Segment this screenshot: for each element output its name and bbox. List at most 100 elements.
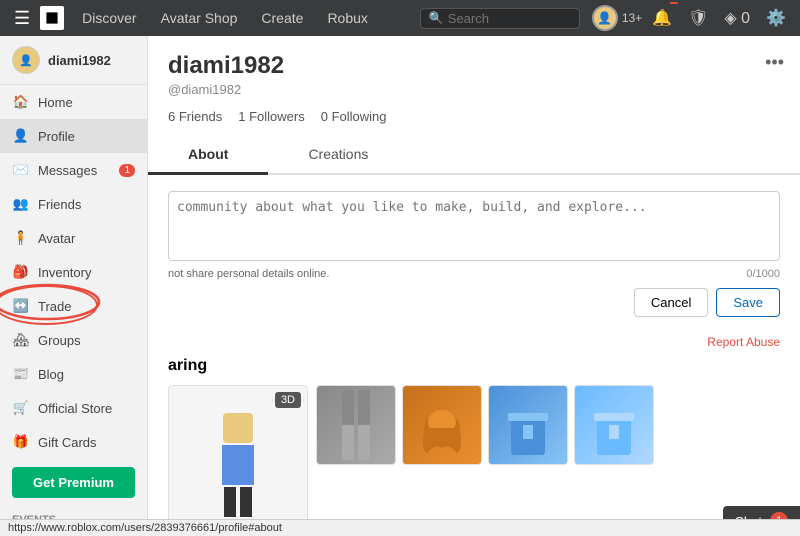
followers-count: 1	[238, 109, 245, 124]
top-navigation: ☰ Discover Avatar Shop Create Robux 🔍 👤 …	[0, 0, 800, 36]
nav-avatar-shop[interactable]: Avatar Shop	[151, 4, 248, 32]
avatar-legs	[224, 487, 252, 517]
url-bar: https://www.roblox.com/users/2839376661/…	[0, 519, 800, 536]
robux-counter[interactable]: ◈ 0	[718, 4, 756, 32]
about-buttons: Cancel Save	[168, 288, 780, 317]
sidebar-label-messages: Messages	[38, 163, 97, 178]
message-icon: ✉️	[12, 161, 30, 179]
sidebar-label-friends: Friends	[38, 197, 81, 212]
notification-badge	[670, 2, 678, 4]
about-warning: not share personal details online.	[168, 268, 329, 280]
sidebar-label-home: Home	[38, 95, 73, 110]
search-input[interactable]	[448, 11, 571, 26]
sidebar-item-official-store[interactable]: 🛒 Official Store	[0, 391, 147, 425]
search-icon: 🔍	[429, 11, 444, 25]
3d-badge[interactable]: 3D	[275, 392, 301, 408]
search-bar[interactable]: 🔍	[420, 8, 580, 29]
wearing-title: aring	[168, 357, 780, 375]
nav-discover[interactable]: Discover	[72, 4, 146, 32]
avatar-leg-left	[224, 487, 236, 517]
friends-stat: 6 Friends	[168, 109, 222, 124]
tab-creations[interactable]: Creations	[268, 136, 408, 175]
sidebar-user[interactable]: 👤 diami1982	[0, 36, 147, 85]
tab-about[interactable]: About	[148, 136, 268, 175]
gift-icon: 🎁	[12, 433, 30, 451]
hamburger-icon[interactable]: ☰	[8, 4, 36, 33]
sidebar-label-blog: Blog	[38, 367, 64, 382]
wearing-item-2[interactable]	[402, 385, 482, 465]
following-stat: 0 Following	[321, 109, 387, 124]
about-footer: not share personal details online. 0/100…	[168, 268, 780, 280]
sidebar-item-inventory[interactable]: 🎒 Inventory	[0, 255, 147, 289]
wearing-item-1[interactable]	[316, 385, 396, 465]
sidebar-item-trade[interactable]: ↔️ Trade	[0, 289, 147, 323]
sidebar-label-gift: Gift Cards	[38, 435, 97, 450]
roblox-logo	[40, 6, 64, 30]
main-layout: 👤 diami1982 🏠 Home 👤 Profile ✉️ Messages…	[0, 36, 800, 536]
about-textarea[interactable]	[168, 191, 780, 261]
sidebar-label-store: Official Store	[38, 401, 112, 416]
sidebar-item-groups[interactable]: 🏘 Groups	[0, 323, 147, 357]
nav-create[interactable]: Create	[251, 4, 313, 32]
sidebar-avatar: 👤	[12, 46, 40, 74]
nav-robux[interactable]: Robux	[317, 4, 377, 32]
friends-icon: 👥	[12, 195, 30, 213]
inventory-icon: 🎒	[12, 263, 30, 281]
sidebar-label-avatar: Avatar	[38, 231, 75, 246]
char-count: 0/1000	[746, 268, 780, 280]
sidebar-label-inventory: Inventory	[38, 265, 91, 280]
profile-handle: @diami1982	[168, 82, 780, 97]
trade-icon: ↔️	[12, 297, 30, 315]
sidebar-label-profile: Profile	[38, 129, 75, 144]
profile-name: diami1982	[168, 52, 780, 80]
user-icon: 👤	[12, 127, 30, 145]
shield-button[interactable]: 🛡	[682, 4, 714, 32]
about-section: not share personal details online. 0/100…	[148, 175, 800, 333]
get-premium-button[interactable]: Get Premium	[12, 467, 135, 498]
wearing-section: aring 3D	[148, 357, 800, 536]
profile-header: ••• diami1982 @diami1982 6 Friends 1 Fol…	[148, 36, 800, 124]
report-abuse-link[interactable]: Report Abuse	[707, 335, 780, 349]
avatar-leg-right	[240, 487, 252, 517]
age-label: 13+	[622, 11, 642, 25]
user-avatar-button[interactable]: 👤 13+	[592, 5, 642, 31]
settings-button[interactable]: ⚙️	[760, 4, 792, 32]
avatar-circle: 👤	[592, 5, 618, 31]
wearing-items: 3D	[168, 385, 780, 536]
messages-badge: 1	[119, 164, 135, 177]
topnav-icon-group: 👤 13+ 🔔 🛡 ◈ 0 ⚙️	[592, 4, 792, 32]
more-options-button[interactable]: •••	[765, 52, 784, 73]
wearing-item-grid	[316, 385, 654, 465]
wearing-item-4[interactable]	[574, 385, 654, 465]
blog-icon: 📰	[12, 365, 30, 383]
sidebar-item-home[interactable]: 🏠 Home	[0, 85, 147, 119]
home-icon: 🏠	[12, 93, 30, 111]
report-abuse-section: Report Abuse	[148, 333, 800, 357]
sidebar-label-trade: Trade	[38, 299, 71, 314]
cancel-button[interactable]: Cancel	[634, 288, 708, 317]
sidebar-label-groups: Groups	[38, 333, 81, 348]
avatar-figure	[222, 413, 254, 517]
avatar-head	[223, 413, 253, 443]
avatar-icon: 🧍	[12, 229, 30, 247]
sidebar-username: diami1982	[48, 53, 111, 68]
groups-icon: 🏘	[12, 331, 30, 349]
followers-stat: 1 Followers	[238, 109, 304, 124]
notifications-button[interactable]: 🔔	[646, 4, 678, 32]
profile-tabs: About Creations	[148, 136, 800, 175]
store-icon: 🛒	[12, 399, 30, 417]
sidebar-item-friends[interactable]: 👥 Friends	[0, 187, 147, 221]
sidebar-item-blog[interactable]: 📰 Blog	[0, 357, 147, 391]
sidebar-item-avatar[interactable]: 🧍 Avatar	[0, 221, 147, 255]
wearing-item-3[interactable]	[488, 385, 568, 465]
friends-count: 6	[168, 109, 175, 124]
sidebar-item-profile[interactable]: 👤 Profile	[0, 119, 147, 153]
profile-stats: 6 Friends 1 Followers 0 Following	[168, 109, 780, 124]
save-button[interactable]: Save	[716, 288, 780, 317]
avatar-3d-preview[interactable]: 3D	[168, 385, 308, 536]
sidebar: 👤 diami1982 🏠 Home 👤 Profile ✉️ Messages…	[0, 36, 148, 536]
avatar-torso	[222, 445, 254, 485]
main-content: ••• diami1982 @diami1982 6 Friends 1 Fol…	[148, 36, 800, 536]
sidebar-item-gift-cards[interactable]: 🎁 Gift Cards	[0, 425, 147, 459]
sidebar-item-messages[interactable]: ✉️ Messages 1	[0, 153, 147, 187]
